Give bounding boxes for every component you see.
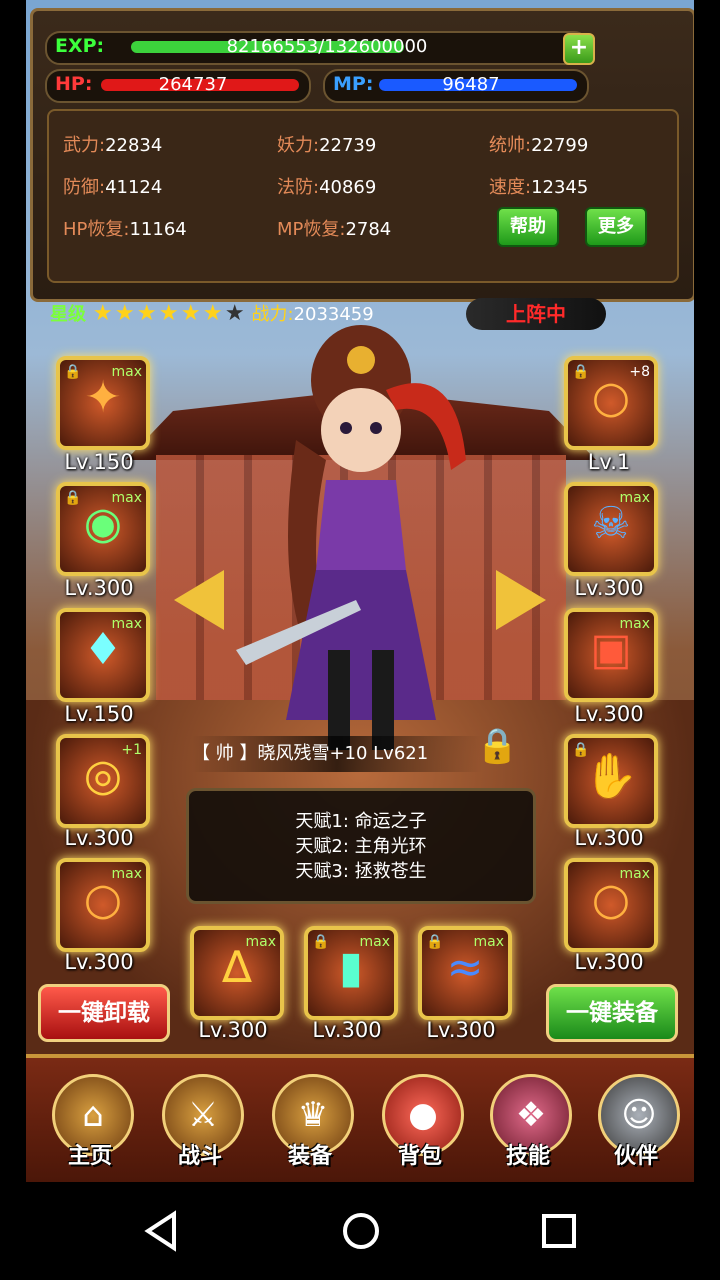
recents-icon[interactable]	[536, 1208, 582, 1254]
slot-level: Lv.300	[426, 1018, 496, 1042]
exp-value: 82166553/132600000	[226, 36, 428, 57]
stat-magic-defense: 法防:40869	[277, 177, 377, 198]
gauntlet-icon: ✋	[583, 751, 639, 802]
stat-defense: 防御:41124	[63, 177, 163, 198]
more-button[interactable]: 更多	[585, 207, 647, 247]
slot-level: Lv.300	[64, 950, 134, 974]
slot-level: Lv.300	[312, 1018, 382, 1042]
star-rating-label: 星级	[50, 304, 86, 325]
mp-bar: MP: 96487	[323, 69, 589, 103]
stat-hp-regen: HP恢复:11164	[63, 219, 187, 240]
slot-level: Lv.300	[574, 950, 644, 974]
unequip-all-button[interactable]: 一键卸载	[38, 984, 170, 1042]
nav-home[interactable]: ⌂ 主页	[40, 1070, 140, 1176]
equip-slot-right-5[interactable]: max ○	[564, 858, 658, 952]
bottom-nav: ⌂ 主页 ⚔ 战斗 ♛ 装备 ● 背包 ❖ 技能 ☺ 伙伴	[26, 1054, 694, 1182]
hp-bar: HP: 264737	[45, 69, 311, 103]
next-hero-arrow[interactable]	[496, 570, 546, 630]
helmet-icon: ✦	[84, 372, 122, 423]
equip-slot-right-4[interactable]: 🔒 ✋	[564, 734, 658, 828]
equip-slot-bottom-1[interactable]: max ∆	[190, 926, 284, 1020]
ring-icon: ○	[83, 874, 123, 925]
lock-icon[interactable]: 🔒	[476, 726, 518, 772]
slot-level: Lv.300	[64, 826, 134, 850]
dragon-icon: ≈	[446, 942, 484, 993]
equip-slot-left-1[interactable]: 🔒 max ✦	[56, 356, 150, 450]
add-exp-button[interactable]: +	[563, 33, 595, 65]
system-nav-bar	[0, 1182, 720, 1280]
hero-name: 【 帅 】晓风残雪+10 Lv621	[192, 736, 482, 772]
hero-character[interactable]	[236, 320, 486, 760]
stat-speed: 速度:12345	[489, 177, 589, 198]
star-icon: ★	[158, 301, 179, 326]
stat-mp-regen: MP恢复:2784	[277, 219, 392, 240]
game-screen: EXP: 82166553/132600000 + HP: 264737 MP:…	[26, 0, 694, 1182]
slot-level: Lv.150	[64, 702, 134, 726]
slot-level: Lv.300	[64, 576, 134, 600]
slot-level: Lv.1	[587, 450, 631, 474]
equip-slot-left-3[interactable]: max ♦	[56, 608, 150, 702]
star-icon: ★	[92, 301, 113, 326]
slot-level: Lv.300	[574, 702, 644, 726]
equip-slot-right-1[interactable]: 🔒 +8 ○	[564, 356, 658, 450]
pagoda-icon: ∆	[222, 942, 252, 993]
equip-slot-right-2[interactable]: max ☠	[564, 482, 658, 576]
equip-slot-right-3[interactable]: max ▣	[564, 608, 658, 702]
bracelet-icon: ◎	[83, 750, 123, 801]
equip-slot-left-2[interactable]: 🔒 max ◉	[56, 482, 150, 576]
star-icon: ★	[136, 301, 157, 326]
hp-value: 264737	[158, 74, 228, 95]
gem-icon: ♦	[83, 624, 123, 675]
equip-slot-bottom-3[interactable]: 🔒 max ≈	[418, 926, 512, 1020]
talent-1: 天赋1: 命运之子	[295, 811, 427, 832]
nav-skill[interactable]: ❖ 技能	[478, 1070, 578, 1176]
star-icon: ★	[180, 301, 201, 326]
necklace-icon: ○	[591, 372, 631, 423]
equip-slot-left-5[interactable]: max ○	[56, 858, 150, 952]
slot-level: Lv.300	[574, 826, 644, 850]
slot-level: Lv.150	[64, 450, 134, 474]
ring-icon: ○	[591, 874, 631, 925]
star-rating: ★ ★ ★ ★ ★ ★ ★	[92, 301, 246, 326]
star-icon: ★	[202, 301, 223, 326]
exp-bar: EXP: 82166553/132600000	[45, 31, 589, 65]
equip-slot-bottom-2[interactable]: 🔒 max ▮	[304, 926, 398, 1020]
mask-icon: ☠	[591, 498, 631, 549]
boots-icon: ▮	[338, 942, 364, 993]
stat-command: 统帅:22799	[489, 135, 589, 156]
star-icon: ★	[114, 301, 135, 326]
previous-hero-arrow[interactable]	[174, 570, 224, 630]
equip-all-button[interactable]: 一键装备	[546, 984, 678, 1042]
mp-value: 96487	[442, 74, 500, 95]
slot-level: Lv.300	[574, 576, 644, 600]
talent-3: 天赋3: 拯救苍生	[295, 861, 427, 882]
back-icon[interactable]	[140, 1208, 186, 1254]
talent-2: 天赋2: 主角光环	[295, 836, 427, 857]
nav-partner[interactable]: ☺ 伙伴	[586, 1070, 686, 1176]
slot-level: Lv.300	[198, 1018, 268, 1042]
stat-magic: 妖力:22739	[277, 135, 377, 156]
equip-slot-left-4[interactable]: +1 ◎	[56, 734, 150, 828]
nav-equipment[interactable]: ♛ 装备	[260, 1070, 360, 1176]
stat-attack: 武力:22834	[63, 135, 163, 156]
nav-bag[interactable]: ● 背包	[370, 1070, 470, 1176]
nav-battle[interactable]: ⚔ 战斗	[150, 1070, 250, 1176]
stats-panel: EXP: 82166553/132600000 + HP: 264737 MP:…	[30, 8, 694, 302]
help-button[interactable]: 帮助	[497, 207, 559, 247]
talent-box: 天赋1: 命运之子 天赋2: 主角光环 天赋3: 拯救苍生	[186, 788, 536, 904]
attribute-box: 武力:22834 妖力:22739 统帅:22799 防御:41124 法防:4…	[47, 109, 679, 283]
orb-icon: ◉	[83, 498, 123, 549]
home-circle-icon[interactable]	[338, 1208, 384, 1254]
deployed-status-badge: 上阵中	[466, 298, 606, 330]
armor-icon: ▣	[590, 624, 632, 675]
